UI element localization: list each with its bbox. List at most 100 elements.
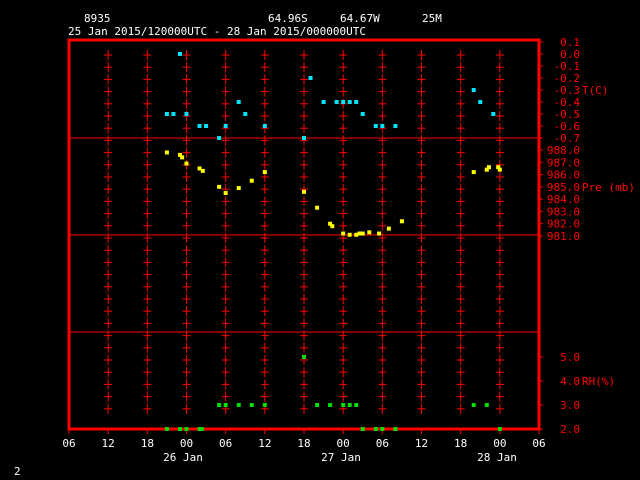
y-tick-label: 2.0 <box>560 423 580 436</box>
rh-point <box>315 403 320 407</box>
temperature-point <box>217 136 222 140</box>
y-tick-label: 5.0 <box>560 351 580 364</box>
rh-point <box>302 355 306 359</box>
pressure-point <box>249 178 254 183</box>
rh-point <box>360 427 365 431</box>
rh-point <box>184 427 189 431</box>
temperature-point <box>380 124 385 128</box>
pressure-point <box>236 186 241 191</box>
y-tick-label: 987.0 <box>547 156 580 169</box>
temperature-point <box>478 100 483 104</box>
y-axis-label: Pre (mb) <box>582 181 635 194</box>
x-date-label: 27 Jan <box>321 451 361 464</box>
y-tick-label: 981.0 <box>547 230 580 243</box>
rh-point <box>341 403 346 407</box>
pressure-point <box>386 226 391 231</box>
grid-crosses <box>104 50 504 414</box>
temperature-point <box>204 124 209 128</box>
meteogram-chart: 0.10.0-0.1-0.2-0.3-0.4-0.5-0.6-0.7T(C)98… <box>62 36 635 464</box>
y-tick-label: 986.0 <box>547 169 580 182</box>
x-tick-label: 06 <box>62 437 75 450</box>
temperature-point <box>354 100 359 104</box>
x-date-label: 28 Jan <box>477 451 517 464</box>
y-axis-label: RH(%) <box>582 375 615 388</box>
temperature-point <box>243 112 248 116</box>
y-tick-label: 3.0 <box>560 399 580 412</box>
pressure-point <box>360 231 365 236</box>
temperature-point <box>341 100 346 104</box>
rh-point <box>347 403 352 407</box>
pressure-point <box>164 150 169 155</box>
x-tick-label: 00 <box>180 437 193 450</box>
temperature-point <box>177 52 182 56</box>
pressure-point <box>302 189 306 194</box>
x-tick-label: 18 <box>454 437 467 450</box>
y-tick-label: 983.0 <box>547 205 580 218</box>
pressure-point <box>471 170 476 175</box>
pressure-point <box>341 231 346 236</box>
x-tick-label: 06 <box>532 437 545 450</box>
pressure-point <box>217 184 222 189</box>
y-tick-label: 985.0 <box>547 181 580 194</box>
temperature-point <box>471 88 476 92</box>
pressure-point <box>497 167 502 172</box>
x-tick-label: 00 <box>337 437 350 450</box>
y-tick-label: 982.0 <box>547 218 580 231</box>
temperature-point <box>164 112 169 116</box>
rh-point <box>484 403 489 407</box>
rh-point <box>177 427 182 431</box>
pressure-point <box>200 168 205 173</box>
rh-point <box>471 403 476 407</box>
rh-point <box>373 427 378 431</box>
page-number: 2 <box>14 465 21 478</box>
rh-point <box>262 403 267 407</box>
pressure-point <box>399 219 404 224</box>
rh-point <box>328 403 333 407</box>
x-tick-label: 12 <box>258 437 271 450</box>
pressure-point <box>180 155 185 160</box>
pressure-point <box>223 191 228 195</box>
rh-point <box>249 403 254 407</box>
pressure-point <box>315 205 320 210</box>
y-tick-label: 4.0 <box>560 375 580 388</box>
rh-point <box>199 427 204 431</box>
pressure-point <box>367 230 372 235</box>
x-tick-label: 12 <box>102 437 115 450</box>
temperature-point <box>347 100 352 104</box>
x-tick-label: 18 <box>141 437 154 450</box>
x-tick-label: 00 <box>493 437 506 450</box>
pressure-point <box>184 161 189 166</box>
y-tick-label: 984.0 <box>547 193 580 206</box>
temperature-point <box>236 100 241 104</box>
pressure-point <box>486 165 491 170</box>
x-tick-label: 18 <box>297 437 310 450</box>
rh-point <box>354 403 359 407</box>
pressure-point <box>347 232 352 237</box>
temperature-point <box>184 112 189 116</box>
x-tick-label: 12 <box>415 437 428 450</box>
temperature-point <box>197 124 202 128</box>
pressure-point <box>330 224 335 229</box>
temperature-point <box>334 100 339 104</box>
rh-point <box>393 427 398 431</box>
temperature-point <box>171 112 176 116</box>
temperature-point <box>491 112 496 116</box>
temperature-point <box>302 136 306 140</box>
x-tick-label: 06 <box>219 437 232 450</box>
x-date-label: 26 Jan <box>163 451 203 464</box>
rh-point <box>223 403 228 407</box>
rh-point <box>164 427 169 431</box>
y-axis-label: T(C) <box>582 84 609 97</box>
rh-point <box>380 427 385 431</box>
temperature-point <box>321 100 326 104</box>
rh-point <box>497 427 502 431</box>
temperature-point <box>360 112 365 116</box>
rh-point <box>236 403 241 407</box>
temperature-point <box>262 124 267 128</box>
temperature-point <box>373 124 378 128</box>
pressure-point <box>377 231 382 236</box>
temperature-point <box>308 76 313 80</box>
temperature-point <box>223 124 228 128</box>
pressure-point <box>262 170 267 175</box>
temperature-point <box>393 124 398 128</box>
